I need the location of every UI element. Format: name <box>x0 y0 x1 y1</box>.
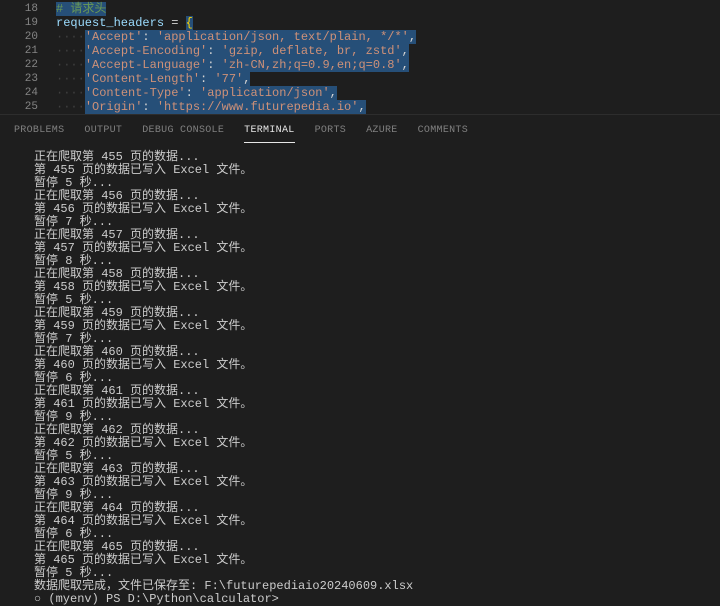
code-line[interactable]: 20····'Accept': 'application/json, text/… <box>0 30 720 44</box>
terminal-line: 第 459 页的数据已写入 Excel 文件。 <box>34 320 720 333</box>
code-content[interactable]: ····'Accept-Language': 'zh-CN,zh;q=0.9,e… <box>56 58 720 72</box>
line-number: 24 <box>0 86 56 100</box>
panel-tab-problems[interactable]: PROBLEMS <box>14 121 64 143</box>
panel-tab-azure[interactable]: AZURE <box>366 121 398 143</box>
terminal-line: 第 456 页的数据已写入 Excel 文件。 <box>34 203 720 216</box>
terminal-line: 第 458 页的数据已写入 Excel 文件。 <box>34 281 720 294</box>
terminal-line: 第 465 页的数据已写入 Excel 文件。 <box>34 554 720 567</box>
code-line[interactable]: 19request_headers = { <box>0 16 720 30</box>
code-line[interactable]: 24····'Content-Type': 'application/json'… <box>0 86 720 100</box>
panel-tab-debug-console[interactable]: DEBUG CONSOLE <box>142 121 224 143</box>
terminal-line: 第 464 页的数据已写入 Excel 文件。 <box>34 515 720 528</box>
panel-tab-output[interactable]: OUTPUT <box>84 121 122 143</box>
line-number: 18 <box>0 2 56 16</box>
terminal-line: 第 463 页的数据已写入 Excel 文件。 <box>34 476 720 489</box>
code-content[interactable]: # 请求头 <box>56 2 720 16</box>
terminal-line: 第 455 页的数据已写入 Excel 文件。 <box>34 164 720 177</box>
terminal-prompt[interactable]: ○ (myenv) PS D:\Python\calculator> <box>34 593 720 606</box>
panel-tab-comments[interactable]: COMMENTS <box>418 121 468 143</box>
code-line[interactable]: 23····'Content-Length': '77', <box>0 72 720 86</box>
line-number: 22 <box>0 58 56 72</box>
code-content[interactable]: ····'Accept': 'application/json, text/pl… <box>56 30 720 44</box>
panel-tab-ports[interactable]: PORTS <box>315 121 347 143</box>
code-content[interactable]: ····'Content-Type': 'application/json', <box>56 86 720 100</box>
line-number: 23 <box>0 72 56 86</box>
code-line[interactable]: 25····'Origin': 'https://www.futurepedia… <box>0 100 720 114</box>
code-line[interactable]: 22····'Accept-Language': 'zh-CN,zh;q=0.9… <box>0 58 720 72</box>
line-number: 21 <box>0 44 56 58</box>
terminal-line: 第 460 页的数据已写入 Excel 文件。 <box>34 359 720 372</box>
terminal-line: 第 461 页的数据已写入 Excel 文件。 <box>34 398 720 411</box>
editor-pane[interactable]: 18# 请求头19request_headers = {20····'Accep… <box>0 0 720 114</box>
code-content[interactable]: ····'Origin': 'https://www.futurepedia.i… <box>56 100 720 114</box>
code-content[interactable]: ····'Accept-Encoding': 'gzip, deflate, b… <box>56 44 720 58</box>
panel-tabs: PROBLEMS OUTPUT DEBUG CONSOLE TERMINAL PORTS… <box>0 114 720 143</box>
code-content[interactable]: ····'Content-Length': '77', <box>56 72 720 86</box>
line-number: 25 <box>0 100 56 114</box>
panel-tab-terminal[interactable]: TERMINAL <box>244 121 294 143</box>
code-content[interactable]: request_headers = { <box>56 16 720 30</box>
line-number: 19 <box>0 16 56 30</box>
code-line[interactable]: 18# 请求头 <box>0 2 720 16</box>
terminal-line: 第 462 页的数据已写入 Excel 文件。 <box>34 437 720 450</box>
code-line[interactable]: 21····'Accept-Encoding': 'gzip, deflate,… <box>0 44 720 58</box>
terminal-body[interactable]: 正在爬取第 455 页的数据...第 455 页的数据已写入 Excel 文件。… <box>0 143 720 606</box>
line-number: 20 <box>0 30 56 44</box>
terminal-line: 第 457 页的数据已写入 Excel 文件。 <box>34 242 720 255</box>
